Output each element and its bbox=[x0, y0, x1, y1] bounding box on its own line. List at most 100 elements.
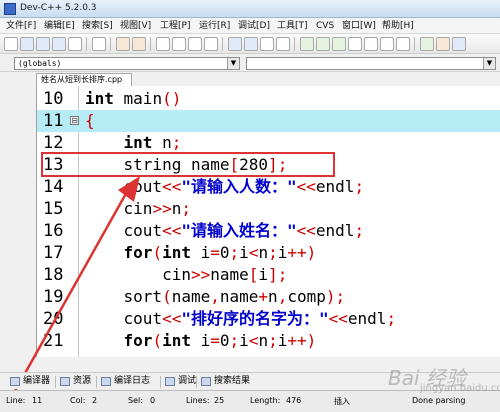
menu-window[interactable]: 窗口[W] bbox=[342, 20, 376, 32]
code-line: 21 for(int i=0;i<n;i++) bbox=[37, 330, 500, 352]
status-parse-state: Done parsing bbox=[412, 396, 466, 405]
tab-debug-label: 调试 bbox=[178, 376, 197, 386]
new-file-icon[interactable] bbox=[4, 37, 18, 51]
debug-icon[interactable] bbox=[380, 37, 394, 51]
tab-divider bbox=[96, 376, 97, 388]
file-tab-bar: 姓名从短到长排序.cpp bbox=[0, 72, 500, 86]
line-number: 15 bbox=[43, 199, 64, 219]
redo-icon[interactable] bbox=[132, 37, 146, 51]
member-select[interactable]: ▼ bbox=[246, 57, 496, 70]
undo-icon[interactable] bbox=[116, 37, 130, 51]
menu-search[interactable]: 搜索[S] bbox=[82, 20, 113, 32]
save-icon[interactable] bbox=[36, 37, 50, 51]
menu-help[interactable]: 帮助[H] bbox=[382, 20, 414, 32]
code-text: cout<<"排好序的名字为："<<endl; bbox=[85, 309, 397, 328]
code-line: 14 cout<<"请输入人数："<<endl; bbox=[37, 176, 500, 198]
find-next-icon[interactable] bbox=[188, 37, 202, 51]
search-results-icon bbox=[201, 377, 211, 386]
line-number: 12 bbox=[43, 133, 64, 153]
toolbar-divider bbox=[150, 37, 151, 51]
profile-icon[interactable] bbox=[420, 37, 434, 51]
replace-icon[interactable] bbox=[172, 37, 186, 51]
app-icon bbox=[4, 3, 16, 15]
code-text: cin>>n; bbox=[85, 199, 191, 218]
line-number: 10 bbox=[43, 89, 64, 109]
scope-select[interactable]: (globals) ▼ bbox=[14, 57, 240, 70]
tab-compile-log[interactable]: 编译日志 bbox=[101, 375, 150, 388]
toolbar-divider bbox=[414, 37, 415, 51]
menu-edit[interactable]: 编辑[E] bbox=[44, 20, 75, 32]
rebuild-icon[interactable] bbox=[348, 37, 362, 51]
baidu-watermark-url: jingyan.baidu.com bbox=[420, 383, 500, 394]
status-sel-value: 0 bbox=[150, 396, 156, 405]
line-number: 14 bbox=[43, 177, 64, 197]
scope-bar: (globals) ▼ ▼ bbox=[0, 55, 500, 72]
tab-resources[interactable]: 资源 bbox=[60, 375, 91, 388]
fold-toggle-icon[interactable]: ⊟ bbox=[70, 116, 79, 125]
toolbar-divider bbox=[86, 37, 87, 51]
menu-project[interactable]: 工程[P] bbox=[160, 20, 190, 32]
project-options-icon[interactable] bbox=[276, 37, 290, 51]
menu-cvs[interactable]: CVS bbox=[316, 20, 334, 32]
code-text: cin>>name[i]; bbox=[85, 265, 288, 284]
about-icon[interactable] bbox=[452, 37, 466, 51]
window-title: Dev-C++ 5.2.0.3 bbox=[20, 3, 97, 13]
status-length-value: 476 bbox=[286, 396, 302, 405]
code-text: int n; bbox=[123, 133, 182, 152]
compile-run-icon[interactable] bbox=[332, 37, 346, 51]
code-line: 15 cin>>n; bbox=[37, 198, 500, 220]
menu-run[interactable]: 运行[R] bbox=[199, 20, 230, 32]
run-icon[interactable] bbox=[316, 37, 330, 51]
status-length-label: Length: bbox=[250, 396, 281, 405]
status-sel-label: Sel: bbox=[128, 396, 143, 405]
tab-search-results[interactable]: 搜索结果 bbox=[201, 375, 250, 388]
title-bar: Dev-C++ 5.2.0.3 bbox=[0, 0, 500, 18]
menu-debug[interactable]: 调试[D] bbox=[238, 20, 270, 32]
tab-search-results-label: 搜索结果 bbox=[214, 376, 251, 386]
line-number: 20 bbox=[43, 309, 64, 329]
help-icon[interactable] bbox=[436, 37, 450, 51]
menu-tools[interactable]: 工具[T] bbox=[277, 20, 308, 32]
status-insert-mode: 插入 bbox=[334, 397, 350, 406]
close-file-icon[interactable] bbox=[68, 37, 82, 51]
menu-view[interactable]: 视图[V] bbox=[120, 20, 151, 32]
line-number: 18 bbox=[43, 265, 64, 285]
compile-icon[interactable] bbox=[300, 37, 314, 51]
annotation-highlight-box bbox=[41, 152, 335, 177]
toolbar bbox=[0, 34, 500, 54]
status-lines-value: 25 bbox=[214, 396, 225, 405]
line-number: 21 bbox=[43, 331, 64, 351]
line-number: 17 bbox=[43, 243, 64, 263]
debug-tab-icon bbox=[165, 377, 175, 386]
code-editor[interactable]: 10 int main() 11 ⊟ { 12 int n; 13 string… bbox=[36, 86, 500, 357]
code-line: 20 cout<<"排好序的名字为："<<endl; bbox=[37, 308, 500, 330]
compile-log-icon bbox=[101, 377, 111, 386]
tab-divider bbox=[55, 376, 56, 388]
goto-line-icon[interactable] bbox=[204, 37, 218, 51]
print-icon[interactable] bbox=[92, 37, 106, 51]
code-text: sort(name,name+n,comp); bbox=[85, 287, 346, 306]
add-file-icon[interactable] bbox=[244, 37, 258, 51]
chevron-down-icon[interactable]: ▼ bbox=[227, 58, 239, 69]
chevron-down-icon[interactable]: ▼ bbox=[483, 58, 495, 69]
find-icon[interactable] bbox=[156, 37, 170, 51]
save-all-icon[interactable] bbox=[52, 37, 66, 51]
scope-select-value: (globals) bbox=[18, 59, 62, 68]
code-text: for(int i=0;i<n;i++) bbox=[123, 243, 317, 262]
stop-icon[interactable] bbox=[396, 37, 410, 51]
tab-debug[interactable]: 调试 bbox=[165, 375, 196, 388]
tab-compile-log-label: 编译日志 bbox=[114, 376, 151, 386]
check-syntax-icon[interactable] bbox=[364, 37, 378, 51]
tab-active-file[interactable]: 姓名从短到长排序.cpp bbox=[36, 73, 132, 86]
compiler-icon bbox=[10, 377, 20, 386]
new-project-icon[interactable] bbox=[228, 37, 242, 51]
menu-file[interactable]: 文件[F] bbox=[6, 20, 36, 32]
code-text: cout<<"请输入姓名："<<endl; bbox=[85, 221, 365, 240]
menu-bar: 文件[F] 编辑[E] 搜索[S] 视图[V] 工程[P] 运行[R] 调试[D… bbox=[0, 18, 500, 34]
remove-file-icon[interactable] bbox=[260, 37, 274, 51]
code-text: cout<<"请输入人数："<<endl; bbox=[85, 177, 365, 196]
code-text: int main() bbox=[85, 89, 182, 108]
open-file-icon[interactable] bbox=[20, 37, 34, 51]
tab-compiler[interactable]: 编译器 bbox=[10, 375, 50, 388]
tab-divider bbox=[160, 376, 161, 388]
